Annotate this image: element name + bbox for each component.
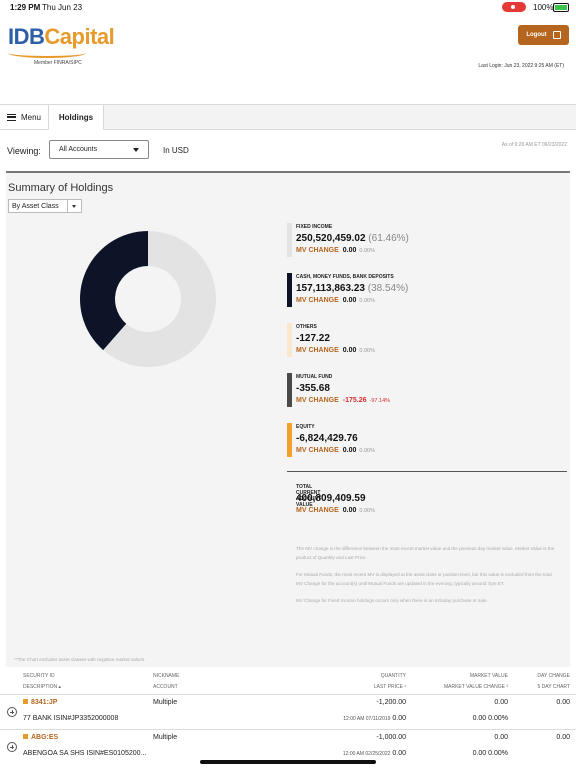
security-description: ABENGOA SA SHS ISIN#ES0105200... [23,750,147,757]
header-market-value-change[interactable]: MARKET VALUE CHANGE ² [444,684,508,690]
legend-category: CASH, MONEY FUNDS, BANK DEPOSITS [296,274,394,280]
day-change: 0.00 [556,699,570,706]
legend-mv-change: MV CHANGE -175.26 -97.14% [296,397,391,404]
hamburger-icon [6,113,16,121]
legend-item: MUTUAL FUND -355.68 MV CHANGE -175.26 -97.1… [287,373,567,413]
chart-footnote: **The Chart excludes asset classes with … [14,657,146,662]
logout-icon [552,31,561,39]
last-price: 12:00 AM 07/11/2019 0.00 [343,715,406,722]
disclosure-notes: The MV change is the difference between … [296,544,558,613]
header-security-id[interactable]: SECURITY ID [23,673,55,679]
tab-menu[interactable]: Menu [0,105,49,129]
total-mv-change: MV CHANGE 0.00 0.00% [296,507,376,514]
logout-button[interactable]: Logout [518,25,569,45]
legend-category: MUTUAL FUND [296,374,333,380]
note-mutual-funds: For Mutual Funds, the most recent MV is … [296,572,552,586]
legend-value: 250,520,459.02 (61.46%) [296,233,409,244]
header-5-day-chart[interactable]: 5 DAY CHART [537,684,570,690]
market-value: 0.00 [494,699,508,706]
legend-mv-change: MV CHANGE 0.00 0.00% [296,247,376,254]
idb-capital-logo: IDBCapital Member FINRA/SIPC [8,24,115,66]
chevron-down-icon [133,148,139,152]
legend-mv-change: MV CHANGE 0.00 0.00% [296,297,376,304]
legend-value: -6,824,429.76 [296,433,358,444]
tab-holdings[interactable]: Holdings [49,105,104,130]
member-finra-text: Member FINRA/SIPC [34,60,82,66]
security-description: 77 BANK ISIN#JP3352000008 [23,715,119,722]
legend-category: OTHERS [296,324,317,330]
legend-color-swatch [287,223,292,257]
legend-color-swatch [287,423,292,457]
expand-icon[interactable] [7,742,17,752]
header-description[interactable]: DESCRIPTION ▴ [23,684,61,690]
legend-category: EQUITY [296,424,315,430]
home-indicator [200,760,376,764]
total-value: 400,809,409.59 [296,493,366,504]
battery-icon [553,3,569,12]
last-login: Last Login: Jun 23, 2022 9:25 AM (ET) [478,63,564,69]
legend-color-swatch [287,273,292,307]
note-fixed-income: MV Change for Fixed Income holdings occu… [296,598,488,603]
legend-color-swatch [287,323,292,357]
nickname: Multiple [153,699,178,706]
note-mv-change: The MV change is the difference between … [296,546,555,560]
viewing-label: Viewing: [7,146,41,156]
account-select-value: All Accounts [59,146,98,153]
legend-mv-change: MV CHANGE 0.00 0.00% [296,347,376,354]
security-symbol[interactable]: ABG:ES [23,734,58,741]
header-account[interactable]: ACCOUNT [153,684,178,690]
status-time: 1:29 PM [10,3,41,12]
screen-recording-icon [502,2,526,12]
asset-donut-chart [80,231,216,367]
group-by-select[interactable]: By Asset Class [8,199,82,213]
legend-item: EQUITY -6,824,429.76 MV CHANGE 0.00 0.00% [287,423,567,463]
battery-percent: 100% [533,3,554,12]
market-value: 0.00 [494,734,508,741]
summary-title: Summary of Holdings [8,182,114,194]
header-nickname[interactable]: NICKNAME [153,673,179,679]
legend-color-swatch [287,373,292,407]
expand-icon[interactable] [7,707,17,717]
legend-category: FIXED INCOME [296,224,333,230]
currency-label: In USD [163,146,189,155]
logout-label: Logout [526,32,547,38]
table-row[interactable]: 8341:JP 77 BANK ISIN#JP3352000008 Multip… [0,694,576,729]
legend-item: FIXED INCOME 250,520,459.02 (61.46%) MV CH… [287,223,567,263]
as-of-timestamp: As of 9:29 AM ET 06/23/2022 [501,142,567,148]
day-change: 0.00 [556,734,570,741]
nickname: Multiple [153,734,178,741]
quantity: -1,200.00 [376,699,406,706]
chevron-down-icon [67,200,81,212]
security-symbol[interactable]: 8341:JP [23,699,57,706]
nav-tabs: Menu Holdings [0,104,576,130]
market-value-change: 0.00 0.00% [472,750,508,757]
legend-item: CASH, MONEY FUNDS, BANK DEPOSITS 157,113,… [287,273,567,313]
market-value-change: 0.00 0.00% [472,715,508,722]
tab-bar-background [104,105,576,129]
header-market-value[interactable]: MARKET VALUE [470,673,508,679]
status-date: Thu Jun 23 [42,3,83,12]
summary-of-holdings: Summary of Holdings By Asset Class FIXED… [6,171,570,667]
header-quantity[interactable]: QUANTITY [381,673,406,679]
legend-item: OTHERS -127.22 MV CHANGE 0.00 0.00% [287,323,567,363]
header-last-price[interactable]: LAST PRICE ¹ [374,684,406,690]
legend-value: -127.22 [296,333,330,344]
legend-mv-change: MV CHANGE 0.00 0.00% [296,447,376,454]
header-day-change[interactable]: DAY CHANGE [537,673,570,679]
table-row[interactable]: ABG:ES ABENGOA SA SHS ISIN#ES0105200... … [0,729,576,764]
quantity: -1,000.00 [376,734,406,741]
divider [287,471,567,472]
account-select[interactable]: All Accounts [49,140,149,159]
legend-value: -355.68 [296,383,330,394]
tab-menu-label: Menu [20,112,41,122]
last-price: 12:00 AM 02/25/2022 0.00 [342,750,406,757]
group-by-value: By Asset Class [12,203,59,210]
status-bar: 1:29 PM Thu Jun 23 100% [0,0,576,14]
legend-value: 157,113,863.23 (38.54%) [296,283,409,294]
